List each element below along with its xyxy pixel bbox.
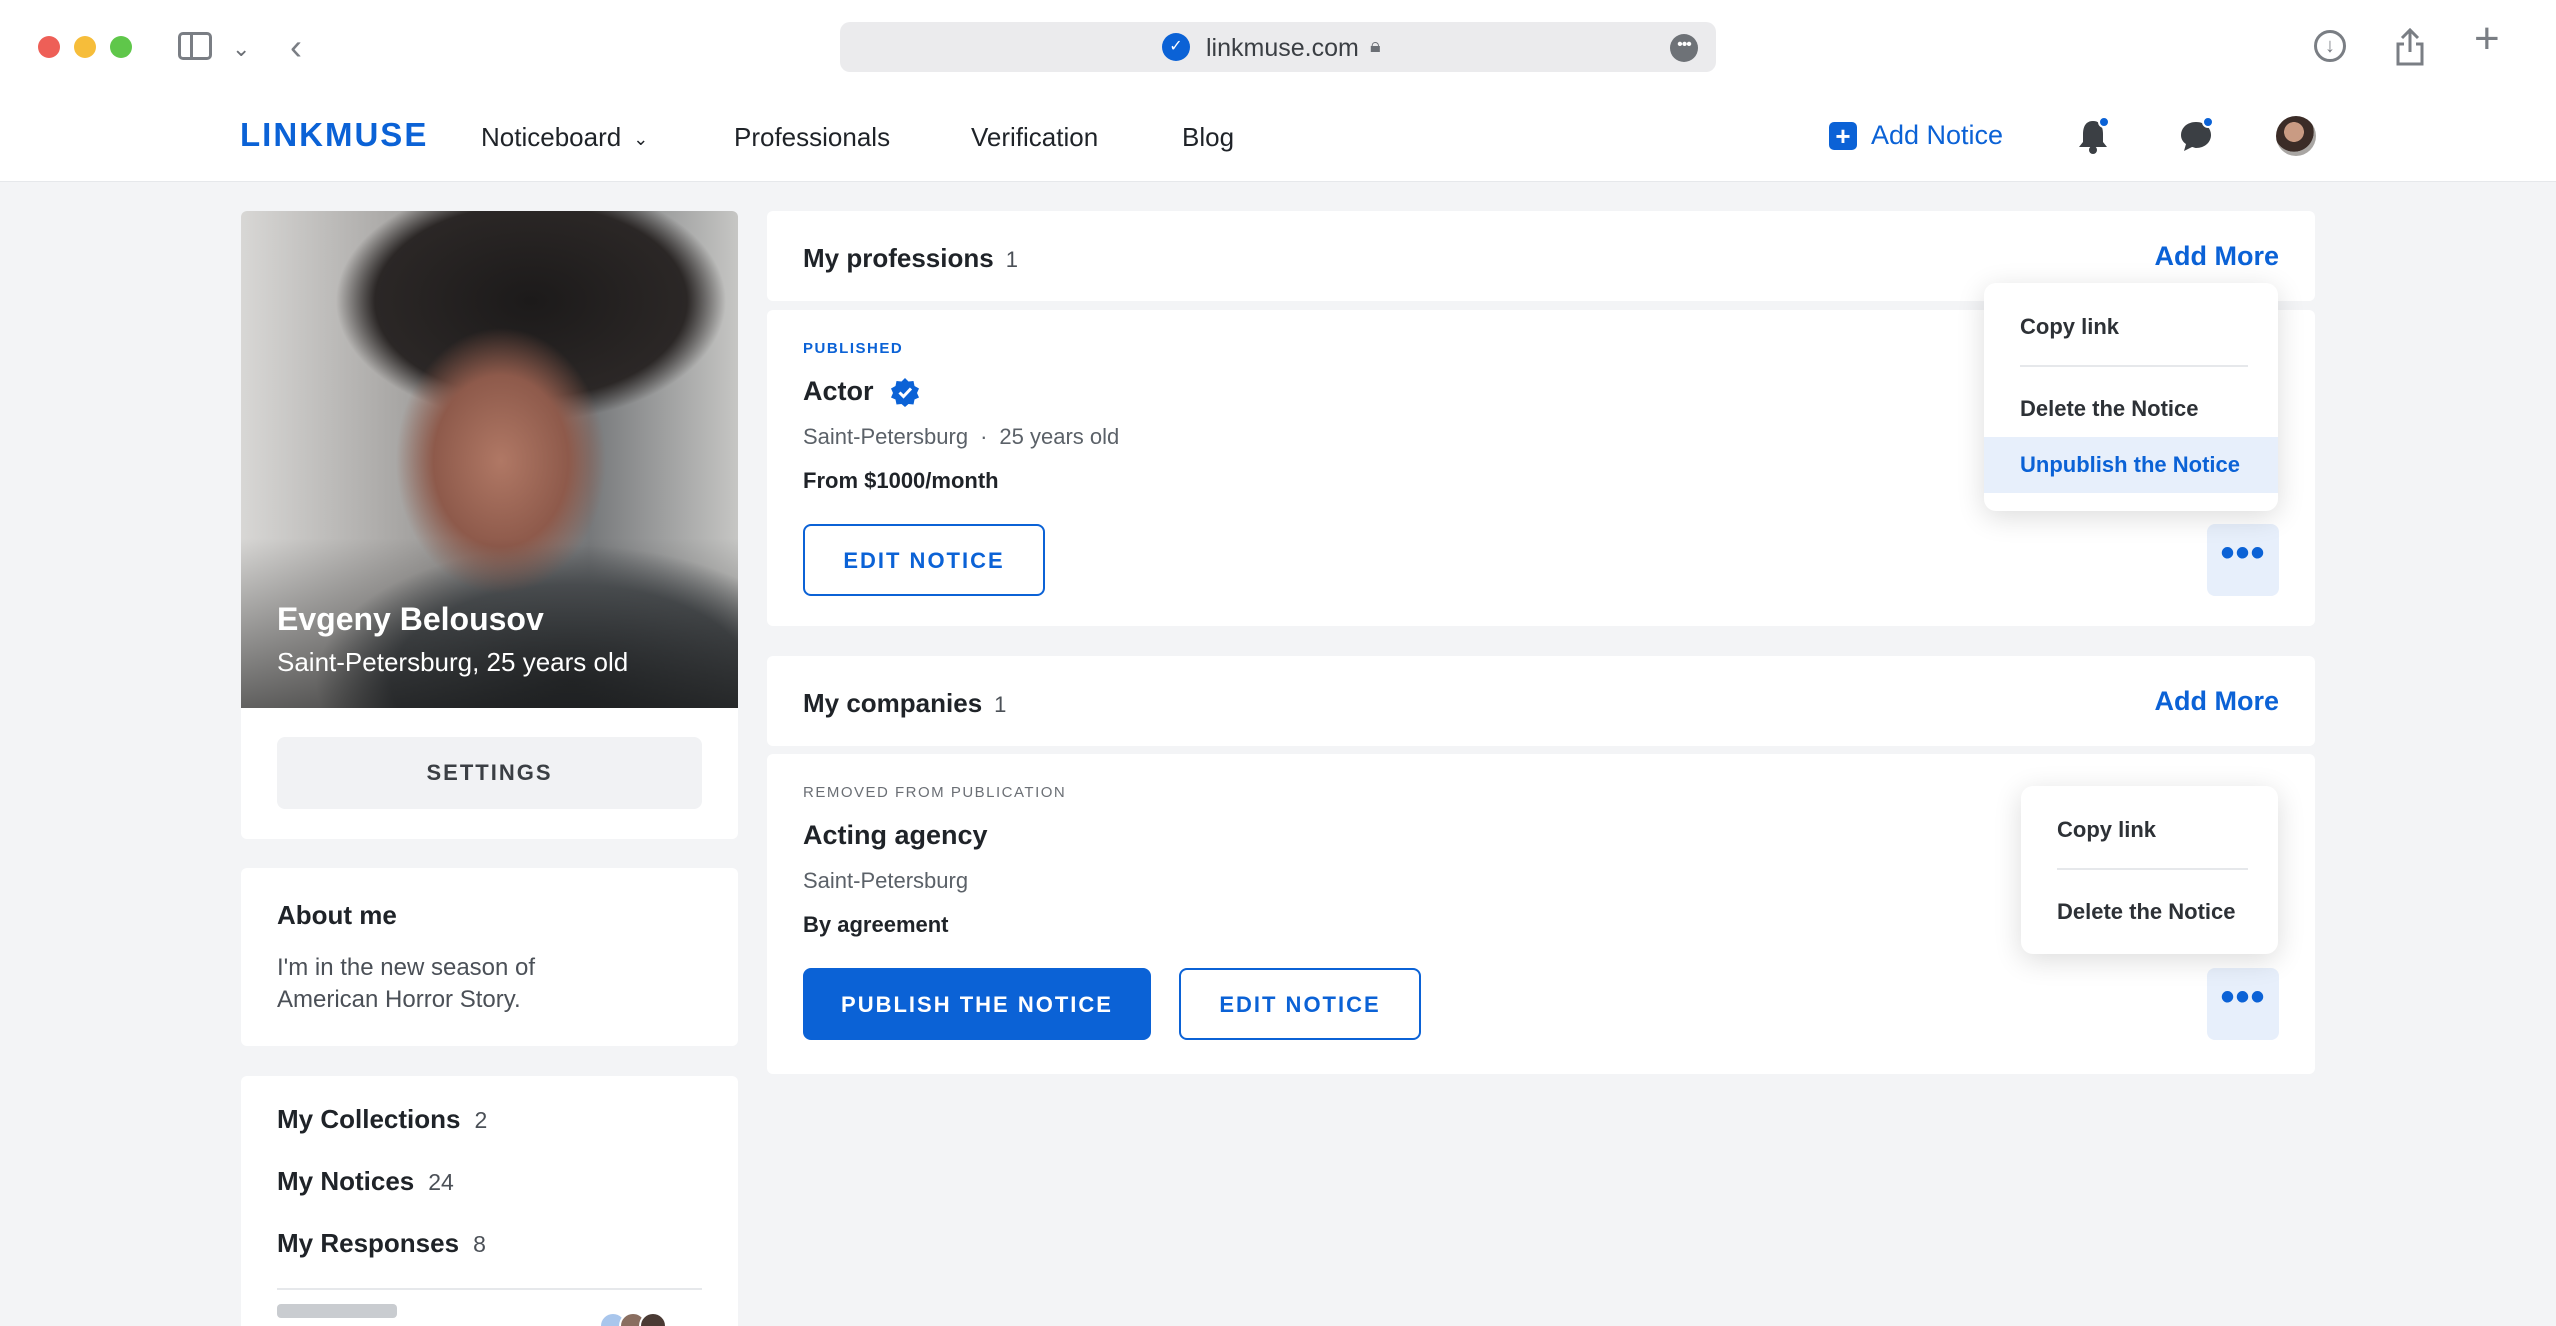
professions-add-more-link[interactable]: Add More bbox=[2155, 241, 2280, 272]
add-notice-label: Add Notice bbox=[1871, 120, 2004, 150]
menu-unpublish-notice[interactable]: Unpublish the Notice bbox=[1984, 437, 2278, 493]
close-window-button[interactable] bbox=[38, 36, 60, 58]
companies-title: My companies 1 bbox=[803, 688, 1006, 719]
menu-divider bbox=[2057, 868, 2248, 870]
meta-separator: · bbox=[980, 424, 988, 449]
sidebar-toggle-icon[interactable] bbox=[178, 32, 212, 60]
settings-button[interactable]: SETTINGS bbox=[277, 737, 702, 809]
plus-icon: + bbox=[1829, 121, 1857, 150]
share-icon[interactable] bbox=[2394, 27, 2426, 72]
new-tab-icon[interactable]: + bbox=[2474, 17, 2500, 61]
profession-options-menu: Copy link Delete the Notice Unpublish th… bbox=[1984, 283, 2278, 511]
stats-card: My Collections 2 My Notices 24 My Response… bbox=[241, 1076, 738, 1326]
stat-label: My Responses bbox=[277, 1228, 460, 1258]
publish-notice-button[interactable]: PUBLISH THE NOTICE bbox=[803, 968, 1151, 1040]
address-bar-url: linkmuse.com bbox=[1206, 34, 1359, 62]
status-badge: PUBLISHED bbox=[803, 340, 904, 357]
stat-collections[interactable]: My Collections 2 bbox=[277, 1104, 487, 1135]
download-icon[interactable]: ↓ bbox=[2314, 30, 2346, 62]
profile-name: Evgeny Belousov bbox=[277, 601, 544, 637]
meta-age: 25 years old bbox=[999, 424, 1120, 449]
item-title-text: Actor bbox=[803, 376, 874, 406]
status-badge: REMOVED FROM PUBLICATION bbox=[803, 784, 1067, 801]
profile-card: Evgeny Belousov Saint-Petersburg, 25 yea… bbox=[241, 211, 738, 839]
window-controls bbox=[38, 36, 132, 58]
company-price: By agreement bbox=[803, 912, 949, 937]
nav-verification[interactable]: Verification bbox=[971, 122, 1098, 153]
profession-title: Actor bbox=[803, 376, 920, 407]
add-notice-button[interactable]: + Add Notice bbox=[1829, 120, 2003, 151]
stat-label: My Notices bbox=[277, 1166, 415, 1196]
about-card: About me I'm in the new season of Americ… bbox=[241, 868, 738, 1046]
company-title: Acting agency bbox=[803, 820, 988, 850]
site-favicon-icon: ✓ bbox=[1162, 33, 1190, 61]
stat-responses[interactable]: My Responses 8 bbox=[277, 1228, 486, 1259]
back-arrow-icon[interactable]: ‹ bbox=[290, 26, 302, 68]
notification-dot bbox=[2098, 116, 2110, 128]
divider bbox=[277, 1288, 702, 1290]
address-bar[interactable]: ✓ linkmuse.com 🔒︎ ••• bbox=[840, 22, 1716, 72]
profile-photo: Evgeny Belousov Saint-Petersburg, 25 yea… bbox=[241, 211, 738, 708]
stat-notices[interactable]: My Notices 24 bbox=[277, 1166, 454, 1197]
section-count: 1 bbox=[1005, 247, 1018, 272]
minimize-window-button[interactable] bbox=[74, 36, 96, 58]
about-text: I'm in the new season of American Horror… bbox=[277, 954, 536, 1013]
nav-noticeboard[interactable]: Noticeboard ⌄ bbox=[481, 122, 648, 153]
more-options-button[interactable]: ••• bbox=[2207, 524, 2279, 596]
notifications-bell-icon[interactable] bbox=[2076, 116, 2110, 154]
zoom-window-button[interactable] bbox=[110, 36, 132, 58]
menu-divider bbox=[2020, 365, 2248, 367]
chevron-down-icon[interactable]: ⌄ bbox=[232, 36, 250, 62]
section-title-text: My companies bbox=[803, 688, 983, 718]
site-header: LINKMUSE Noticeboard ⌄ Professionals Veri… bbox=[0, 92, 2556, 182]
profession-meta: Saint-Petersburg · 25 years old bbox=[803, 424, 1119, 450]
messages-icon[interactable] bbox=[2178, 116, 2214, 154]
nav-blog[interactable]: Blog bbox=[1182, 122, 1234, 153]
more-options-icon[interactable]: ••• bbox=[1670, 34, 1698, 62]
company-options-menu: Copy link Delete the Notice bbox=[2021, 786, 2278, 954]
companies-header: My companies 1 Add More bbox=[767, 656, 2315, 746]
company-city: Saint-Petersburg bbox=[803, 868, 969, 893]
profession-price: From $1000/month bbox=[803, 468, 999, 493]
verified-badge-icon bbox=[890, 377, 919, 407]
menu-copy-link[interactable]: Copy link bbox=[1984, 301, 2278, 353]
avatar bbox=[639, 1312, 667, 1326]
user-avatar[interactable] bbox=[2276, 116, 2316, 156]
stat-count: 8 bbox=[473, 1231, 486, 1257]
lock-icon: 🔒︎ bbox=[1370, 35, 1381, 57]
menu-delete-notice[interactable]: Delete the Notice bbox=[1984, 383, 2278, 435]
nav-noticeboard-label: Noticeboard bbox=[481, 122, 622, 152]
site-logo[interactable]: LINKMUSE bbox=[240, 116, 428, 154]
nav-professionals[interactable]: Professionals bbox=[734, 122, 890, 153]
menu-copy-link[interactable]: Copy link bbox=[2021, 804, 2278, 856]
browser-toolbar: ⌄ ‹ ✓ linkmuse.com 🔒︎ ••• ↓ + bbox=[0, 0, 2556, 92]
message-dot bbox=[2202, 116, 2214, 128]
meta-city: Saint-Petersburg bbox=[803, 424, 969, 449]
edit-notice-button[interactable]: EDIT NOTICE bbox=[1179, 968, 1421, 1040]
edit-notice-button[interactable]: EDIT NOTICE bbox=[803, 524, 1045, 596]
chevron-down-icon: ⌄ bbox=[633, 128, 649, 149]
stat-count: 24 bbox=[428, 1169, 454, 1195]
stat-count: 2 bbox=[474, 1107, 488, 1133]
menu-delete-notice[interactable]: Delete the Notice bbox=[2021, 886, 2278, 938]
section-title-text: My professions bbox=[803, 243, 994, 273]
companies-add-more-link[interactable]: Add More bbox=[2155, 686, 2280, 717]
profile-location-age: Saint-Petersburg, 25 years old bbox=[277, 647, 629, 677]
section-count: 1 bbox=[994, 692, 1007, 717]
cut-off-row bbox=[277, 1304, 397, 1318]
stat-label: My Collections bbox=[277, 1104, 461, 1134]
about-title: About me bbox=[277, 900, 397, 930]
avatar-stack bbox=[599, 1312, 667, 1326]
professions-title: My professions 1 bbox=[803, 243, 1018, 274]
more-options-button[interactable]: ••• bbox=[2207, 968, 2279, 1040]
